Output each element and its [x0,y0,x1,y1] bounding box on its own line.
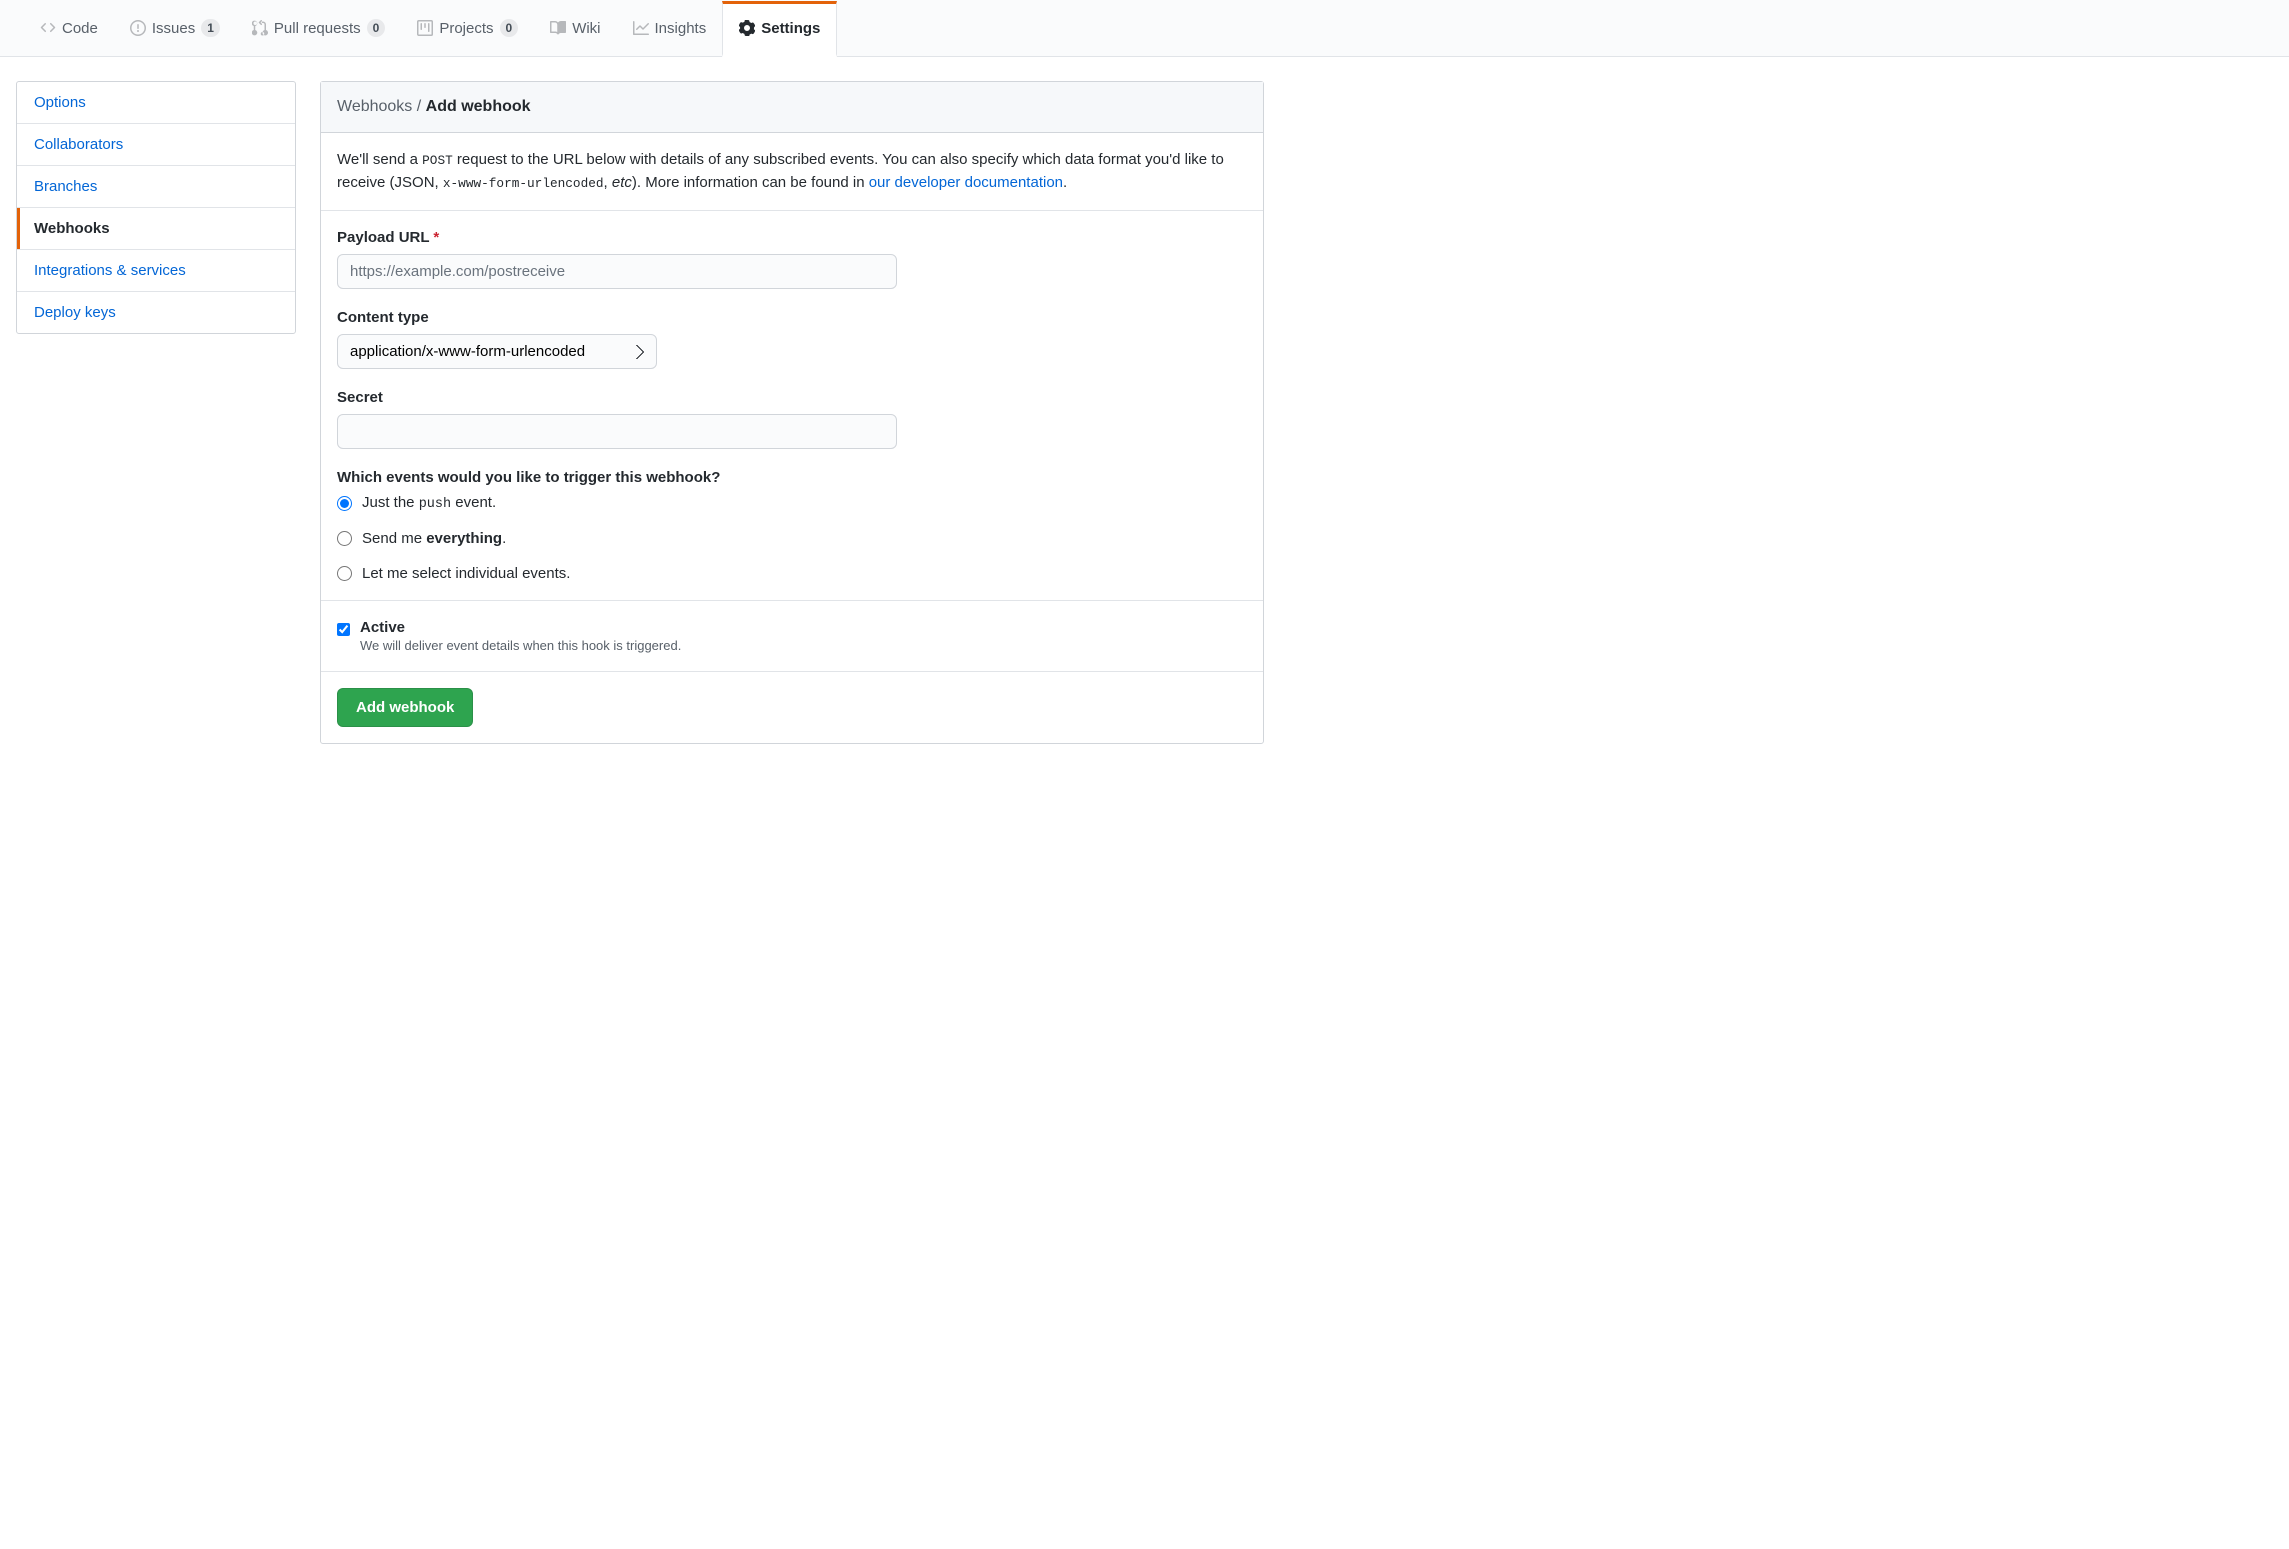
tab-insights[interactable]: Insights [617,1,723,56]
tab-wiki-label: Wiki [572,20,600,37]
events-question: Which events would you like to trigger t… [337,469,1247,486]
tab-code[interactable]: Code [24,1,114,56]
active-checkbox[interactable] [337,623,350,636]
tab-settings[interactable]: Settings [722,1,837,57]
event-radio-everything[interactable] [337,531,352,546]
pull-request-icon [252,20,268,36]
sidebar-item-branches[interactable]: Branches [17,166,295,207]
tab-issues[interactable]: Issues 1 [114,0,236,56]
breadcrumb-parent[interactable]: Webhooks [337,98,412,115]
tab-projects-label: Projects [439,20,493,37]
projects-count: 0 [500,19,519,37]
issue-icon [130,20,146,36]
settings-sidebar: Options Collaborators Branches Webhooks … [16,81,296,744]
sidebar-item-deploy-keys[interactable]: Deploy keys [17,292,295,333]
active-description: We will deliver event details when this … [360,638,681,653]
intro-text: We'll send a POST request to the URL bel… [321,133,1263,211]
sidebar-item-options[interactable]: Options [17,82,295,123]
developer-docs-link[interactable]: our developer documentation [869,174,1063,191]
breadcrumb-current: Add webhook [426,98,531,115]
repo-nav: Code Issues 1 Pull requests 0 Projects 0… [0,0,2289,57]
tab-wiki[interactable]: Wiki [534,1,616,56]
event-option-individual[interactable]: Let me select individual events. [337,565,1247,582]
event-option-everything[interactable]: Send me everything. [337,530,1247,547]
project-icon [417,20,433,36]
tab-pull-requests[interactable]: Pull requests 0 [236,0,401,56]
content-type-label: Content type [337,309,1247,326]
sidebar-item-collaborators[interactable]: Collaborators [17,124,295,165]
active-label: Active [360,619,681,636]
tab-settings-label: Settings [761,20,820,37]
tab-issues-label: Issues [152,20,195,37]
payload-url-label: Payload URL * [337,229,1247,246]
event-radio-push[interactable] [337,496,352,511]
gear-icon [739,20,755,36]
code-icon [40,20,56,36]
book-icon [550,20,566,36]
sidebar-item-integrations[interactable]: Integrations & services [17,250,295,291]
payload-url-input[interactable] [337,254,897,289]
issues-count: 1 [201,19,220,37]
content-type-select[interactable]: application/x-www-form-urlencoded [337,334,657,369]
graph-icon [633,20,649,36]
event-option-push[interactable]: Just the push event. [337,494,1247,512]
secret-input[interactable] [337,414,897,449]
secret-label: Secret [337,389,1247,406]
tab-insights-label: Insights [655,20,707,37]
sidebar-item-webhooks[interactable]: Webhooks [17,208,295,249]
tab-pull-requests-label: Pull requests [274,20,361,37]
tab-code-label: Code [62,20,98,37]
add-webhook-button[interactable]: Add webhook [337,688,473,727]
pull-requests-count: 0 [367,19,386,37]
breadcrumb: Webhooks / Add webhook [321,82,1263,133]
event-radio-individual[interactable] [337,566,352,581]
tab-projects[interactable]: Projects 0 [401,0,534,56]
